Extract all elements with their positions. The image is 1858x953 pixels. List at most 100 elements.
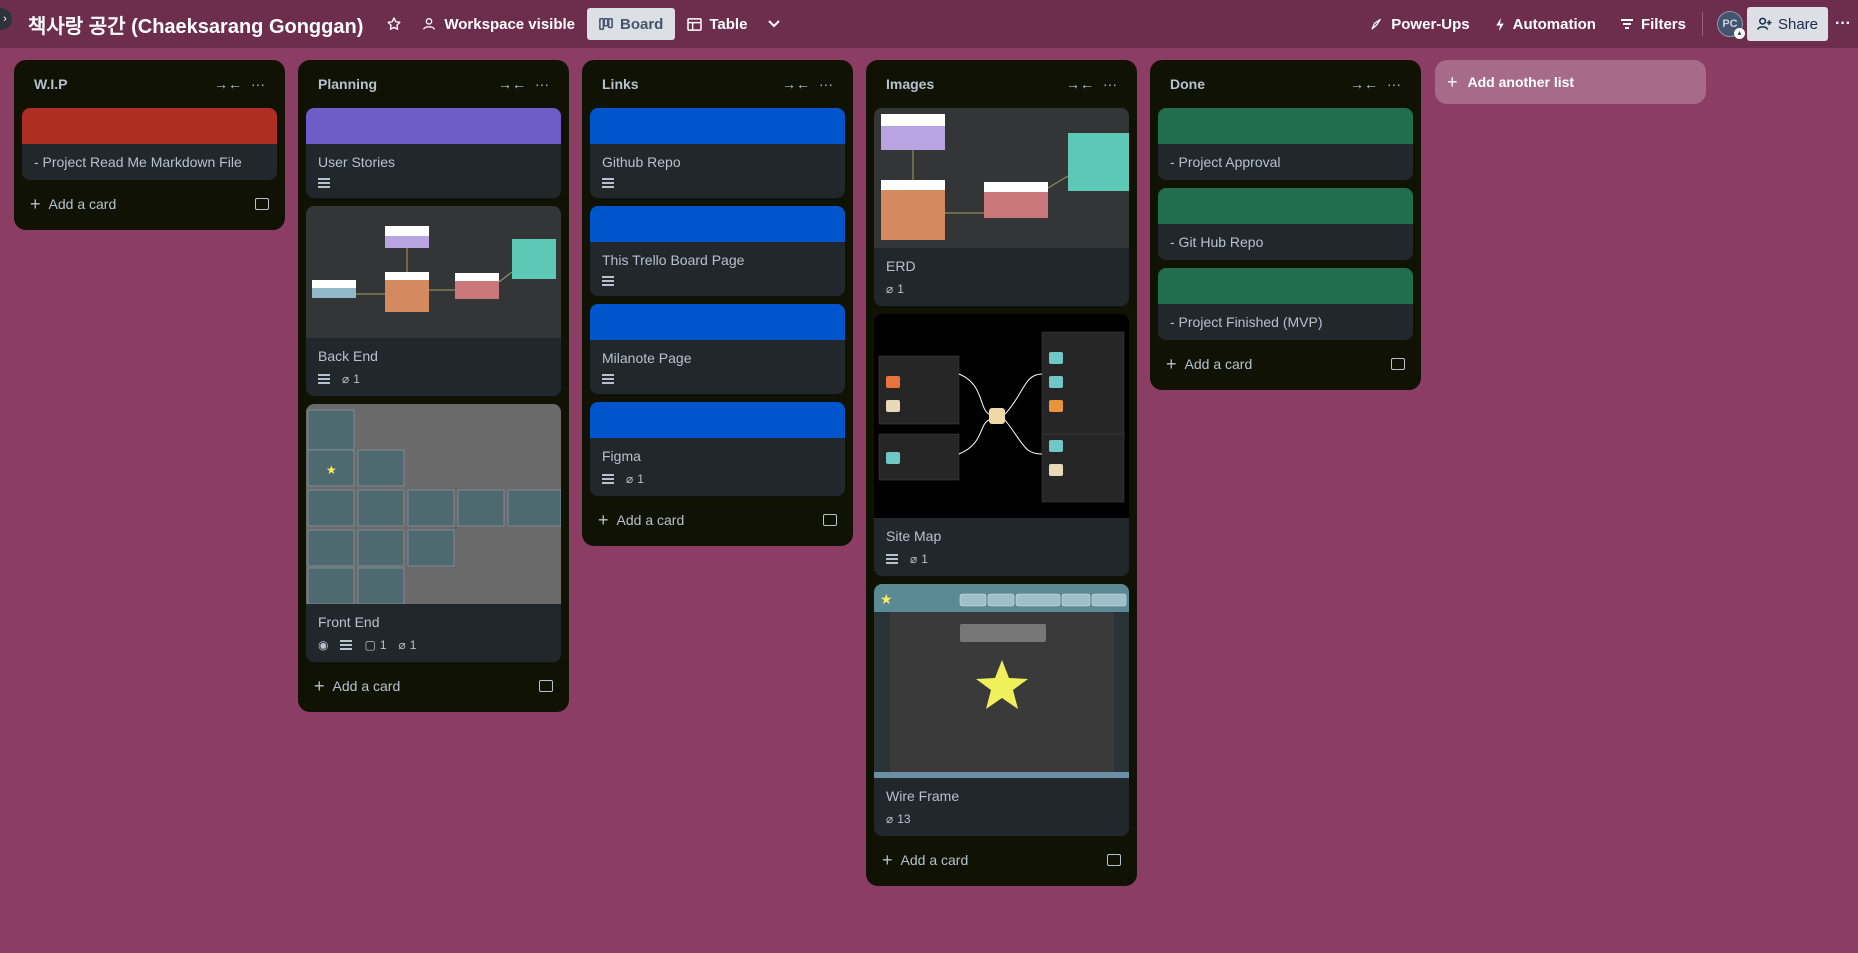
filter-icon xyxy=(1620,19,1633,29)
plus-icon: + xyxy=(1166,353,1177,374)
card-image-cover xyxy=(874,108,1129,248)
list-title[interactable]: Images xyxy=(886,76,1065,92)
list-header: Done →← ··· xyxy=(1158,60,1413,108)
list-menu-icon[interactable]: ··· xyxy=(527,70,557,98)
add-card-label: Add a card xyxy=(48,196,117,212)
card[interactable]: ★ Wire Frame ⌀ 13 xyxy=(874,584,1129,836)
card[interactable]: ★ Front End ◉ ▢ 1 ⌀ 1 xyxy=(306,404,561,662)
collapse-list-icon[interactable]: →← xyxy=(781,70,811,98)
description-icon xyxy=(340,640,353,650)
add-card-button[interactable]: + Add a card xyxy=(306,670,561,702)
share-button[interactable]: Share xyxy=(1746,7,1828,41)
collapse-list-icon[interactable]: →← xyxy=(1349,70,1379,98)
attachment-badge: ⌀ 1 xyxy=(886,282,904,296)
list-menu-icon[interactable]: ··· xyxy=(811,70,841,98)
view-tab-table[interactable]: Table xyxy=(675,8,759,40)
visibility-button[interactable]: Workspace visible xyxy=(409,8,587,40)
list-wip: W.I.P →← ··· - Project Read Me Markdown … xyxy=(14,60,285,230)
card-title: Back End xyxy=(318,348,378,364)
share-label: Share xyxy=(1777,15,1818,33)
list-menu-icon[interactable]: ··· xyxy=(243,70,273,98)
people-icon xyxy=(423,18,436,30)
attachment-badge: ⌀ 1 xyxy=(626,472,644,486)
comment-icon: ▢ xyxy=(364,638,376,652)
more-options-icon[interactable]: ··· xyxy=(1828,8,1858,40)
card-image-cover: ★ xyxy=(306,404,561,604)
board-title[interactable]: 책사랑 공간 (Chaeksarang Gonggan) xyxy=(28,10,363,39)
view-tab-board[interactable]: Board xyxy=(587,8,676,40)
card-template-icon[interactable] xyxy=(823,514,837,526)
list-title[interactable]: Links xyxy=(602,76,781,92)
list-title[interactable]: Planning xyxy=(318,76,497,92)
list-menu-icon[interactable]: ··· xyxy=(1379,70,1409,98)
card-badges: ⌀ 13 xyxy=(874,810,1129,836)
add-list-button[interactable]: + Add another list xyxy=(1435,60,1706,104)
card-template-icon[interactable] xyxy=(255,198,269,210)
paperclip-icon: ⌀ xyxy=(886,282,894,296)
attachment-count: 1 xyxy=(897,282,904,296)
description-icon xyxy=(318,178,330,188)
description-icon xyxy=(602,178,614,188)
plus-icon: + xyxy=(1447,71,1458,92)
attachment-count: 13 xyxy=(897,812,911,826)
board-header: › 책사랑 공간 (Chaeksarang Gonggan) Workspace… xyxy=(0,0,1858,48)
card[interactable]: Site Map ⌀ 1 xyxy=(874,314,1129,576)
add-card-button[interactable]: + Add a card xyxy=(22,188,277,220)
description-icon xyxy=(602,474,614,484)
list-header: Links →← ··· xyxy=(590,60,845,108)
card[interactable]: User Stories xyxy=(306,108,561,198)
paperclip-icon: ⌀ xyxy=(398,638,406,652)
attachment-count: 1 xyxy=(353,372,360,386)
card[interactable]: This Trello Board Page xyxy=(590,206,845,296)
card[interactable]: - Project Approval xyxy=(1158,108,1413,180)
card[interactable]: Github Repo xyxy=(590,108,845,198)
board-icon xyxy=(599,17,613,31)
star-icon[interactable] xyxy=(379,8,409,40)
card[interactable]: - Project Finished (MVP) xyxy=(1158,268,1413,340)
card[interactable]: - Project Read Me Markdown File xyxy=(22,108,277,180)
attachment-badge: ⌀ 1 xyxy=(910,552,928,566)
card[interactable]: Back End ⌀ 1 xyxy=(306,206,561,396)
add-list-label: Add another list xyxy=(1467,74,1575,90)
plus-icon: + xyxy=(598,509,609,530)
card-cover xyxy=(590,206,845,242)
list-planning: Planning →← ··· User Stories Back End ⌀ 1 xyxy=(298,60,569,712)
chevron-down-icon[interactable] xyxy=(759,8,789,40)
card[interactable]: - Git Hub Repo xyxy=(1158,188,1413,260)
collapse-list-icon[interactable]: →← xyxy=(1065,70,1095,98)
sidebar-expand-icon[interactable]: › xyxy=(0,8,12,30)
filters-button[interactable]: Filters xyxy=(1608,8,1698,40)
card-cover xyxy=(590,402,845,438)
card-title: Figma xyxy=(602,448,641,464)
card-cover xyxy=(1158,108,1413,144)
table-icon xyxy=(687,17,703,31)
list-title[interactable]: W.I.P xyxy=(34,76,213,92)
add-card-button[interactable]: + Add a card xyxy=(1158,348,1413,380)
list-done: Done →← ··· - Project Approval - Git Hub… xyxy=(1150,60,1421,390)
card-cover xyxy=(306,108,561,144)
list-menu-icon[interactable]: ··· xyxy=(1095,70,1125,98)
collapse-list-icon[interactable]: →← xyxy=(213,70,243,98)
paperclip-icon: ⌀ xyxy=(626,472,634,486)
card[interactable]: Figma ⌀ 1 xyxy=(590,402,845,496)
card-badges: ◉ ▢ 1 ⌀ 1 xyxy=(306,636,561,662)
card[interactable]: Milanote Page xyxy=(590,304,845,394)
list-title[interactable]: Done xyxy=(1170,76,1349,92)
card-title: User Stories xyxy=(318,154,396,170)
list-links: Links →← ··· Github Repo This Trello Boa… xyxy=(582,60,853,546)
add-card-button[interactable]: + Add a card xyxy=(874,844,1129,876)
card-template-icon[interactable] xyxy=(539,680,553,692)
list-images: Images →← ··· ERD ⌀ 1 Site Map ⌀ 1 ★ Wir… xyxy=(866,60,1137,886)
add-card-button[interactable]: + Add a card xyxy=(590,504,845,536)
automation-button[interactable]: Automation xyxy=(1482,8,1608,40)
card-template-icon[interactable] xyxy=(1107,854,1121,866)
card-title: Front End xyxy=(318,614,380,630)
card[interactable]: ERD ⌀ 1 xyxy=(874,108,1129,306)
view-tab-table-label: Table xyxy=(709,15,748,33)
collapse-list-icon[interactable]: →← xyxy=(497,70,527,98)
paperclip-icon: ⌀ xyxy=(342,372,350,386)
powerups-button[interactable]: Power-Ups xyxy=(1357,8,1481,40)
paperclip-icon: ⌀ xyxy=(886,812,894,826)
card-template-icon[interactable] xyxy=(1391,358,1405,370)
avatar[interactable]: PC ▲ xyxy=(1716,11,1745,39)
